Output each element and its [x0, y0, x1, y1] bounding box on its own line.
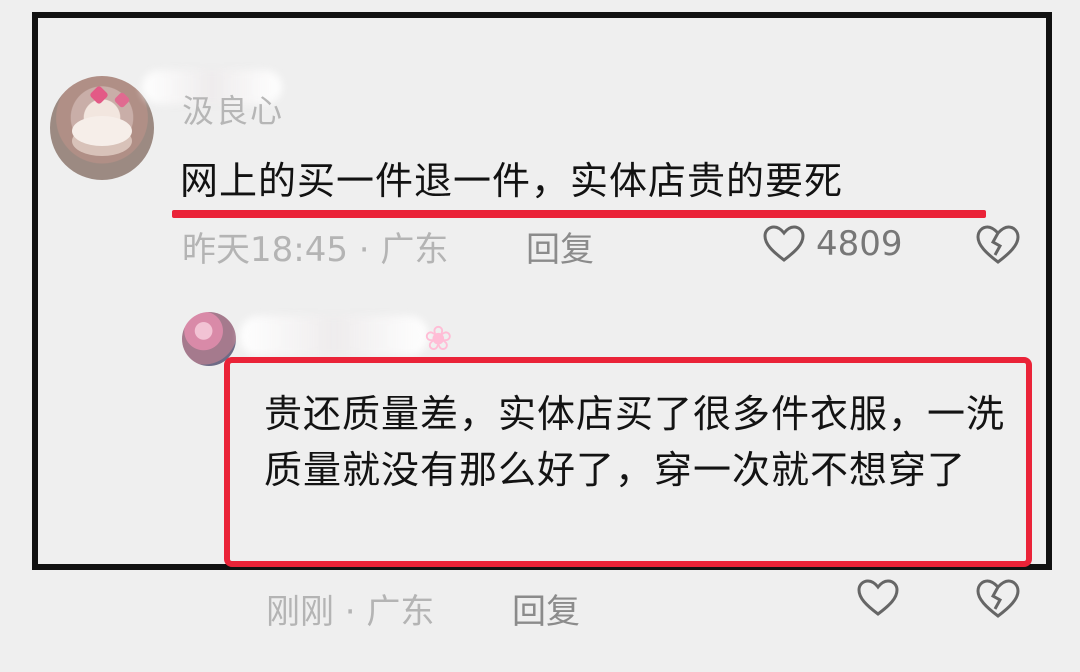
- like-button[interactable]: [856, 578, 900, 618]
- reply-button[interactable]: 回复: [526, 222, 594, 271]
- cake-image: [72, 116, 132, 146]
- flower-icon: ❀: [424, 319, 453, 359]
- dislike-button[interactable]: [975, 578, 1021, 624]
- like-count: 4809: [816, 224, 903, 264]
- heart-decoration: [89, 85, 109, 105]
- heart-decoration: [113, 91, 131, 109]
- reply-time-location: 刚刚 · 广东: [266, 592, 435, 632]
- reply-text: 贵还质量差，实体店买了很多件衣服，一洗质量就没有那么好了，穿一次就不想穿了: [264, 392, 1006, 492]
- red-underline: [172, 210, 986, 218]
- avatar-commenter[interactable]: [50, 76, 154, 180]
- comment-text: 网上的买一件退一件，实体店贵的要死: [180, 159, 844, 203]
- dislike-button[interactable]: [975, 224, 1021, 270]
- username[interactable]: 汲良心: [182, 86, 284, 132]
- comment-time-location: 昨天18:45 · 广东: [182, 230, 449, 270]
- heart-icon: [857, 579, 899, 616]
- like-button[interactable]: 4809: [762, 224, 903, 264]
- heart-icon: [763, 225, 805, 262]
- reply-button[interactable]: 回复: [512, 584, 580, 633]
- blurred-username: [240, 316, 428, 356]
- broken-heart-icon: [976, 225, 1020, 264]
- broken-heart-icon: [976, 579, 1020, 618]
